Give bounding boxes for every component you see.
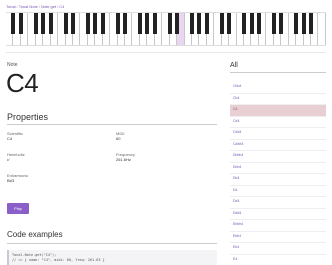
black-key[interactable] <box>309 13 314 34</box>
property-enharmonic: Enharmonic B#3 <box>7 173 28 183</box>
black-key[interactable] <box>63 13 68 34</box>
black-key[interactable] <box>152 13 157 34</box>
black-key[interactable] <box>137 13 142 34</box>
black-key[interactable] <box>175 13 180 34</box>
black-key[interactable] <box>70 13 75 34</box>
black-keys <box>6 13 326 34</box>
property-value: c' <box>7 157 10 162</box>
all-notes-list: Cbb4 Cb4 C4 C#4 C##4 C###4 Dbbb4 Dbb4 Db4 D4 D#4 D#… <box>230 82 326 265</box>
note-list-item[interactable]: C##4 <box>230 128 326 140</box>
black-key[interactable] <box>197 13 202 34</box>
breadcrumb: Tonal/Tonal.Note/Note.get/C4 <box>6 4 64 9</box>
black-key[interactable] <box>249 13 254 34</box>
black-key[interactable] <box>33 13 38 34</box>
property-value: B#3 <box>7 178 15 183</box>
black-key[interactable] <box>85 13 90 34</box>
breadcrumb-link[interactable]: C4 <box>59 4 64 9</box>
code-divider <box>7 243 217 244</box>
black-key[interactable] <box>93 13 98 34</box>
black-key[interactable] <box>115 13 120 34</box>
piano-keyboard[interactable] <box>6 12 326 46</box>
property-helmholtz: Helmholtz c' <box>7 152 25 162</box>
black-key[interactable] <box>219 13 224 34</box>
black-key[interactable] <box>48 13 53 34</box>
note-list-item[interactable]: Ebbb4 <box>230 220 326 232</box>
property-value: 60 <box>116 136 121 141</box>
note-list-item[interactable]: D##4 <box>230 209 326 220</box>
property-scientific: Scientific C4 <box>7 131 23 141</box>
note-list-item[interactable]: Ebb4 <box>230 232 326 243</box>
breadcrumb-link[interactable]: Note.get <box>41 4 56 9</box>
black-key[interactable] <box>100 13 105 34</box>
black-key[interactable] <box>279 13 284 34</box>
note-list-item[interactable]: C4 <box>230 105 326 117</box>
black-key[interactable] <box>257 13 262 34</box>
breadcrumb-link[interactable]: Tonal.Note <box>19 4 38 9</box>
note-list-item[interactable]: C#4 <box>230 117 326 128</box>
note-list-item[interactable]: Eb4 <box>230 243 326 255</box>
all-notes-divider <box>230 72 326 73</box>
black-key[interactable] <box>123 13 128 34</box>
property-midi: MIDI 60 <box>116 131 124 141</box>
black-key[interactable] <box>11 13 16 34</box>
black-key[interactable] <box>242 13 247 34</box>
black-key[interactable] <box>167 13 172 34</box>
divider <box>6 52 326 53</box>
black-key[interactable] <box>41 13 46 34</box>
property-value: C4 <box>7 136 13 141</box>
black-key[interactable] <box>271 13 276 34</box>
black-key[interactable] <box>227 13 232 34</box>
properties-divider <box>7 124 217 125</box>
property-value: 261.6Hz <box>116 157 131 162</box>
play-button[interactable]: Play <box>7 203 29 214</box>
code-block: Tonal.Note.get("C4"); // => { name: "C4"… <box>7 250 217 265</box>
note-list-item[interactable]: D4 <box>230 186 326 197</box>
code-line: // => { name: "C4", midi: 60, freq: 261.… <box>12 258 105 262</box>
breadcrumb-link[interactable]: Tonal <box>6 4 16 9</box>
black-key[interactable] <box>190 13 195 34</box>
black-key[interactable] <box>204 13 209 34</box>
note-list-item[interactable]: Cb4 <box>230 94 326 105</box>
note-list-item[interactable]: Db4 <box>230 174 326 186</box>
breadcrumb-separator: / <box>16 4 18 9</box>
note-list-item[interactable]: Dbb4 <box>230 163 326 174</box>
note-list-item[interactable]: Dbbb4 <box>230 151 326 163</box>
note-list-item[interactable]: D#4 <box>230 197 326 209</box>
black-key[interactable] <box>301 13 306 34</box>
note-list-item[interactable]: Cbb4 <box>230 82 326 94</box>
note-name: C4 <box>6 68 39 98</box>
property-frequency: Frequency 261.6Hz <box>116 152 135 162</box>
note-list-item[interactable]: C###4 <box>230 140 326 151</box>
properties-title: Properties <box>7 112 49 122</box>
all-notes-title: All <box>230 62 238 69</box>
code-examples-title: Code examples <box>7 230 63 239</box>
note-list-item[interactable]: E4 <box>230 255 326 265</box>
breadcrumb-separator: / <box>38 4 40 9</box>
black-key[interactable] <box>294 13 299 34</box>
black-key[interactable] <box>18 13 23 34</box>
black-key[interactable] <box>145 13 150 34</box>
